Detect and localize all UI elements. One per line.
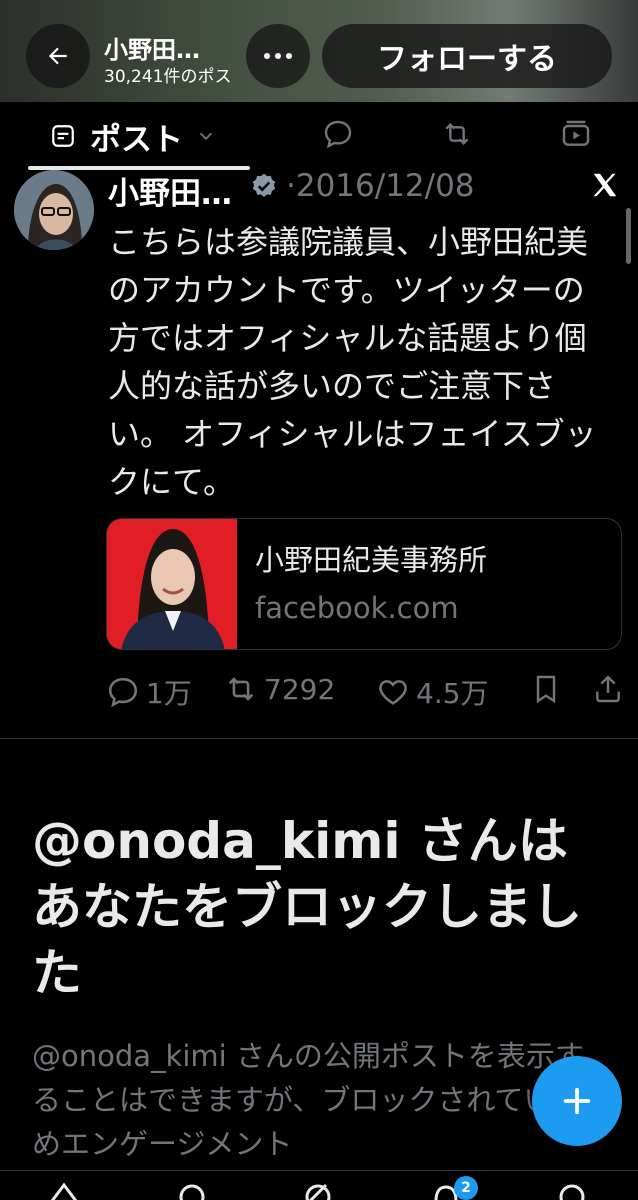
posts-icon bbox=[52, 125, 74, 147]
repost-icon[interactable] bbox=[440, 118, 474, 150]
link-card-domain: facebook.com bbox=[255, 591, 459, 625]
avatar-photo bbox=[14, 170, 94, 250]
more-options-button[interactable] bbox=[246, 24, 310, 88]
bottom-navigation bbox=[0, 1170, 638, 1200]
link-card-image bbox=[107, 519, 237, 649]
home-icon[interactable] bbox=[48, 1181, 80, 1200]
tweet-text: こちらは参議院議員、小野田紀美のアカウントです。ツイッターの方ではオフィシャルな… bbox=[108, 223, 597, 501]
back-button[interactable] bbox=[26, 24, 90, 88]
reply-icon[interactable] bbox=[322, 118, 354, 150]
like-button[interactable]: 4.5万 bbox=[376, 672, 489, 712]
verified-badge-icon bbox=[252, 173, 276, 197]
profile-tabs: ポスト bbox=[0, 102, 638, 170]
blocked-title: @onoda_kimi さんはあなたをブロックしました bbox=[32, 812, 582, 1002]
more-dots-icon bbox=[264, 53, 292, 59]
tweet-actions: 1万 7292 4.5万 bbox=[0, 672, 638, 712]
share-icon bbox=[596, 675, 620, 703]
date-separator: · bbox=[286, 168, 296, 204]
bookmark-icon bbox=[536, 675, 556, 704]
link-card[interactable]: 小野田紀美事務所 facebook.com bbox=[106, 518, 622, 650]
compose-button[interactable] bbox=[532, 1056, 622, 1146]
repost-icon bbox=[228, 677, 254, 701]
reply-count: 1万 bbox=[146, 677, 192, 710]
tweet-date: ·2016/12/08 bbox=[286, 168, 475, 204]
reply-button[interactable]: 1万 bbox=[106, 672, 192, 712]
search-icon[interactable] bbox=[176, 1181, 208, 1200]
heart-icon bbox=[379, 680, 407, 705]
tweet-author-name[interactable]: 小野田… bbox=[108, 168, 232, 213]
chevron-down-icon bbox=[199, 132, 213, 141]
arrow-left-icon bbox=[48, 47, 67, 65]
plus-icon bbox=[563, 1087, 591, 1115]
repost-button[interactable]: 7292 bbox=[224, 672, 335, 706]
messages-icon[interactable] bbox=[556, 1181, 588, 1200]
section-divider bbox=[0, 738, 638, 739]
header-profile-name: 小野田… bbox=[104, 36, 200, 64]
bookmark-button[interactable] bbox=[530, 672, 562, 706]
tab-posts[interactable]: ポスト bbox=[50, 102, 217, 170]
avatar[interactable] bbox=[14, 170, 94, 250]
x-logo-icon bbox=[593, 173, 617, 197]
link-card-title: 小野田紀美事務所 bbox=[255, 543, 488, 577]
grok-icon[interactable] bbox=[302, 1181, 334, 1200]
tab-posts-label: ポスト bbox=[90, 121, 183, 158]
tweet-date-text: 2016/12/08 bbox=[295, 168, 475, 204]
repost-count: 7292 bbox=[264, 672, 336, 706]
blocked-description: @onoda_kimi さんの公開ポストを表示することはできますが、ブロックされ… bbox=[32, 1039, 611, 1161]
scrollbar[interactable] bbox=[626, 208, 631, 264]
header-post-count: 30,241件のポス bbox=[104, 67, 232, 87]
follow-button[interactable]: フォローする bbox=[322, 24, 612, 88]
like-count: 4.5万 bbox=[416, 677, 489, 710]
share-button[interactable] bbox=[592, 672, 624, 706]
notification-badge: 2 bbox=[454, 1176, 478, 1200]
reply-icon bbox=[108, 677, 138, 708]
media-icon[interactable] bbox=[560, 118, 592, 150]
